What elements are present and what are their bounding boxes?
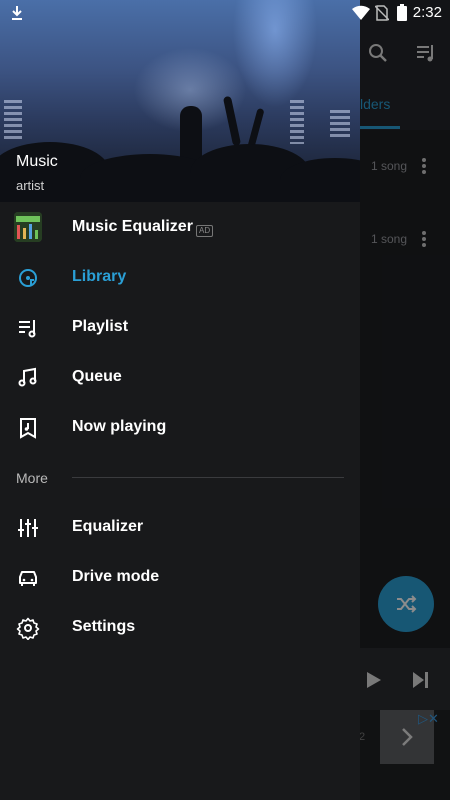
menu-item-equalizer[interactable]: Equalizer [0,503,360,553]
stage-lights [4,100,22,140]
divider [72,477,344,478]
menu-item-label: Library [72,268,127,285]
gear-icon [16,617,40,640]
download-icon [12,6,22,20]
no-sim-icon [375,5,389,21]
stage-lights [290,100,304,144]
battery-icon [397,4,407,21]
queue-icon [18,367,37,387]
car-icon [19,571,37,586]
menu-item-playlist[interactable]: Playlist [0,303,360,353]
menu-item-drive-mode[interactable]: Drive mode [0,553,360,603]
menu-item-music-equalizer[interactable]: Music Equalizer AD [0,203,360,253]
menu-item-now-playing[interactable]: Now playing [0,403,360,453]
stage-lights [330,110,350,140]
menu-item-settings[interactable]: Settings [0,603,360,653]
menu-item-queue[interactable]: Queue [0,353,360,403]
status-bar: 2:32 [0,0,450,26]
ad-badge: AD [196,225,214,237]
wifi-icon [352,5,370,21]
playlist-icon [19,320,36,338]
menu-item-label: Equalizer [72,518,144,535]
menu-item-library[interactable]: Library [0,253,360,303]
now-playing-icon [20,418,36,439]
library-icon [19,269,37,287]
equalizer-icon [18,519,38,537]
menu-item-label: Now playing [72,418,167,435]
menu-item-label: Queue [72,368,122,385]
drawer-header-image: Music artist [0,0,360,202]
equalizer-app-icon [14,212,42,242]
menu-item-label: Settings [72,618,136,635]
header-subtitle: artist [16,178,45,193]
status-time: 2:32 [412,4,442,21]
header-title: Music [16,153,58,170]
raised-arm [222,95,242,147]
navigation-drawer: Music artist Music Equalizer AD Library [0,0,360,800]
menu-item-label: Playlist [72,318,129,335]
menu-item-label: Music Equalizer [72,218,193,235]
menu-item-label: Drive mode [72,568,160,585]
section-header-more: More [16,470,48,486]
